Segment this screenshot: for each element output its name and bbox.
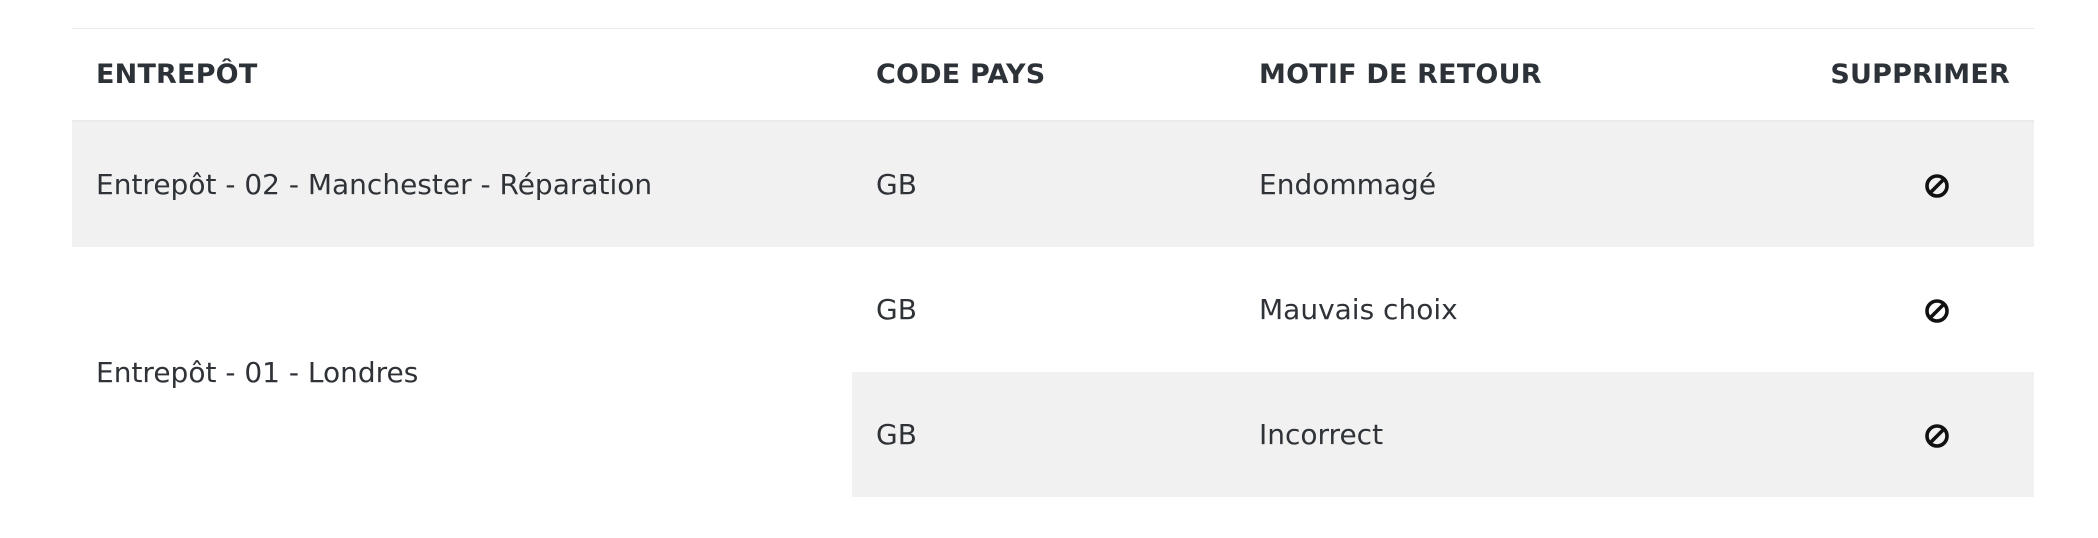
warehouse-cell: Entrepôt - 02 - Manchester - Réparation [72, 121, 852, 247]
table-row: Entrepôt - 01 - Londres GB Mauvais choix [72, 247, 2034, 497]
header-delete: SUPPRIMER [1810, 29, 2034, 122]
delete-cell [1810, 372, 2034, 497]
return-rules-table-container: ENTREPÔT CODE PAYS MOTIF DE RETOUR SUPPR… [72, 28, 2034, 497]
delete-prohibited-icon[interactable] [1922, 171, 1952, 201]
header-warehouse: ENTREPÔT [72, 29, 852, 122]
delete-cell [1810, 121, 2034, 247]
warehouse-cell: Entrepôt - 01 - Londres [72, 247, 852, 497]
delete-prohibited-icon[interactable] [1922, 296, 1952, 326]
header-country-code: CODE PAYS [852, 29, 1235, 122]
delete-prohibited-icon[interactable] [1922, 421, 1952, 451]
return-reason-cell: Incorrect [1235, 372, 1810, 497]
country-code-cell: GB [876, 293, 917, 326]
country-code-cell: GB [852, 372, 1235, 497]
table-row: Entrepôt - 02 - Manchester - Réparation … [72, 121, 2034, 247]
return-reason-cell: Mauvais choix [1259, 293, 1458, 326]
return-reason-cell: Endommagé [1235, 121, 1810, 247]
table-header-row: ENTREPÔT CODE PAYS MOTIF DE RETOUR SUPPR… [72, 29, 2034, 122]
country-code-cell: GB [852, 121, 1235, 247]
header-return-reason: MOTIF DE RETOUR [1235, 29, 1810, 122]
delete-cell [1810, 247, 2034, 372]
return-rules-table: ENTREPÔT CODE PAYS MOTIF DE RETOUR SUPPR… [72, 29, 2034, 497]
